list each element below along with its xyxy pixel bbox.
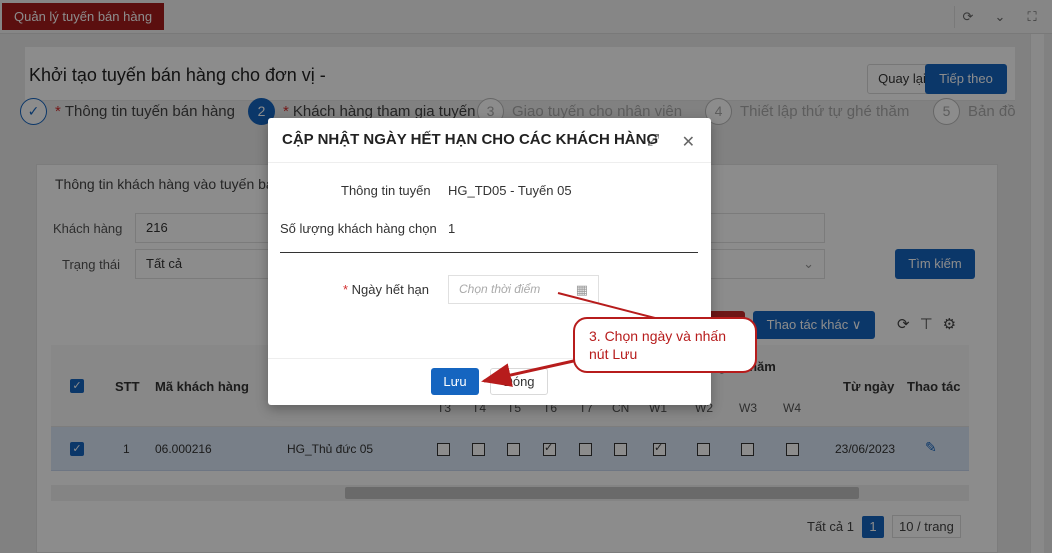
dialog-title: CẬP NHẬT NGÀY HẾT HẠN CHO CÁC KHÁCH HÀNG: [282, 131, 659, 148]
expand-icon[interactable]: ⤢: [647, 132, 660, 152]
divider: [280, 252, 698, 253]
callout-text: 3. Chọn ngày và nhấn nút Lưu: [589, 328, 726, 362]
save-button[interactable]: Lưu: [431, 368, 479, 395]
expiry-date-picker[interactable]: Chọn thời điểm ▦: [448, 275, 599, 304]
instruction-callout: 3. Chọn ngày và nhấn nút Lưu: [573, 317, 757, 373]
expiry-label-text: Ngày hết hạn: [351, 282, 430, 297]
close-icon[interactable]: ✕: [682, 132, 695, 152]
expiry-label: * Ngày hết hạn: [343, 282, 429, 297]
close-button[interactable]: Đóng: [490, 368, 548, 395]
count-label: Số lượng khách hàng chọn: [280, 221, 437, 236]
divider: [268, 162, 711, 163]
count-value: 1: [448, 221, 456, 236]
calendar-icon: ▦: [575, 282, 588, 297]
route-value: HG_TD05 - Tuyến 05: [448, 183, 572, 198]
route-label: Thông tin tuyến: [341, 183, 431, 198]
dialog-icons: ⤢ ✕: [647, 132, 695, 152]
required-mark: *: [343, 282, 352, 297]
date-placeholder: Chọn thời điểm: [459, 282, 541, 296]
